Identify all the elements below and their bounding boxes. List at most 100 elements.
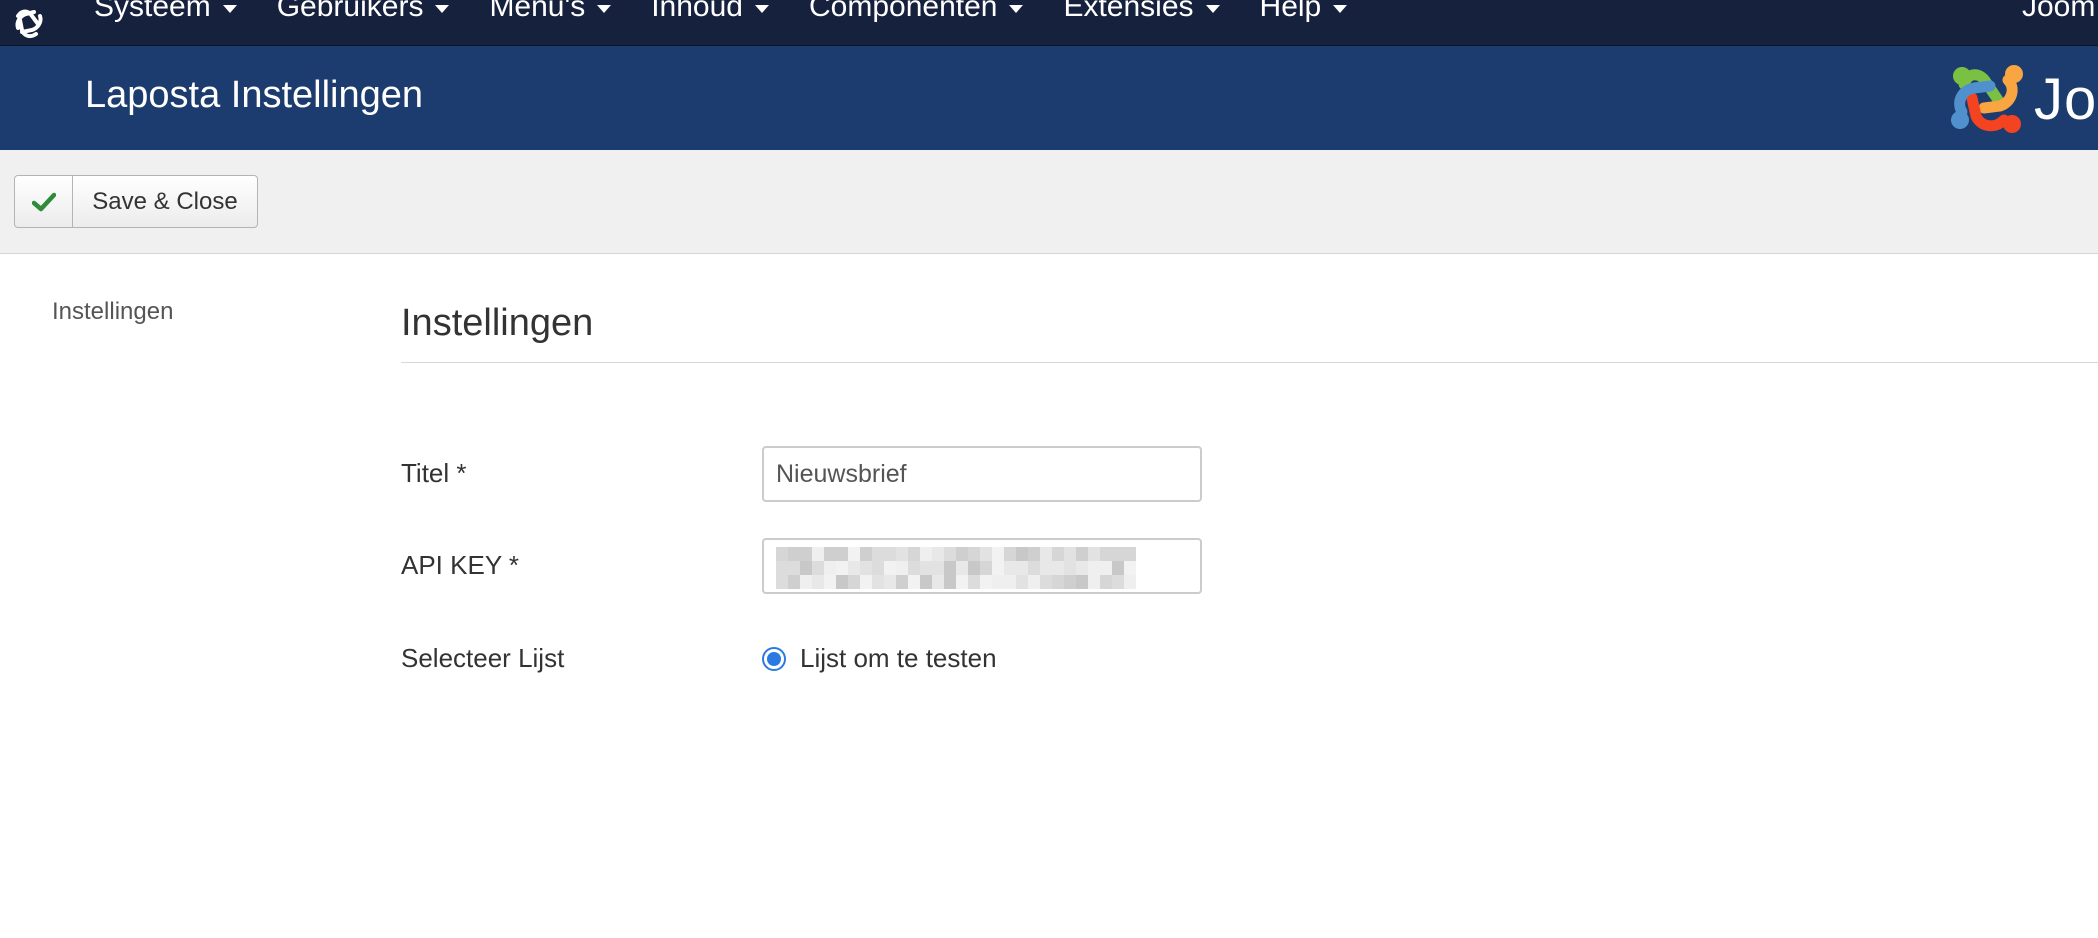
- section-title: Instellingen: [401, 302, 594, 344]
- redaction-pixel: [824, 575, 836, 589]
- brand-text: Jo: [2034, 66, 2098, 132]
- caret-down-icon: [435, 4, 450, 13]
- redaction-pixel: [992, 547, 1004, 561]
- redaction-pixel: [1076, 547, 1088, 561]
- toolbar: Save & Close: [0, 150, 2098, 254]
- redaction-pixel: [860, 575, 872, 589]
- redaction-pixel: [1052, 547, 1064, 561]
- redaction-pixel: [800, 561, 812, 575]
- caret-down-icon: [1009, 4, 1024, 13]
- sidebar-item-instellingen[interactable]: Instellingen: [52, 298, 173, 326]
- menu-extensies[interactable]: Extensies: [1063, 0, 1220, 30]
- redaction-pixel: [920, 547, 932, 561]
- redaction-pixel: [1100, 547, 1112, 561]
- redaction-pixel: [1016, 561, 1028, 575]
- redaction-pixel: [848, 575, 860, 589]
- redaction-pixel: [872, 561, 884, 575]
- redaction-pixel: [956, 575, 968, 589]
- redaction-pixel: [1004, 575, 1016, 589]
- redaction-pixel: [956, 561, 968, 575]
- menu-componenten[interactable]: Componenten: [809, 0, 1024, 30]
- redaction-pixel: [1028, 547, 1040, 561]
- redaction-pixel: [992, 561, 1004, 575]
- main-menu: Systeem Gebruikers Menu's Inhoud Compone…: [94, 0, 1387, 46]
- redaction-pixel: [776, 547, 788, 561]
- redaction-pixel: [872, 547, 884, 561]
- menu-label: Gebruikers: [276, 0, 424, 23]
- redaction-pixel: [1052, 575, 1064, 589]
- page-title: Laposta Instellingen: [85, 74, 424, 116]
- redaction-pixel: [1100, 575, 1112, 589]
- redaction-pixel: [1088, 561, 1100, 575]
- save-close-button[interactable]: Save & Close: [14, 175, 258, 228]
- check-icon: [15, 176, 73, 227]
- list-radio-option[interactable]: Lijst om te testen: [762, 643, 997, 674]
- save-close-label: Save & Close: [92, 187, 238, 215]
- redaction-pixel: [1004, 547, 1016, 561]
- menu-help[interactable]: Help: [1260, 0, 1348, 30]
- menu-menus[interactable]: Menu's: [489, 0, 612, 30]
- redaction-pixel: [824, 561, 836, 575]
- caret-down-icon: [597, 4, 612, 13]
- title-input[interactable]: [762, 446, 1202, 502]
- caret-down-icon: [754, 4, 769, 13]
- menu-label: Inhoud: [651, 0, 743, 23]
- redaction-pixel: [1124, 547, 1136, 561]
- redaction-pixel: [896, 547, 908, 561]
- menu-label: Help: [1259, 0, 1322, 23]
- redaction-pixel: [944, 575, 956, 589]
- redaction-pixel: [1028, 575, 1040, 589]
- redaction-pixel: [1052, 561, 1064, 575]
- redaction-pixel: [968, 547, 980, 561]
- redaction-pixel: [992, 575, 1004, 589]
- redaction-pixel: [812, 575, 824, 589]
- redaction-pixel: [932, 561, 944, 575]
- redaction-pixel: [1076, 561, 1088, 575]
- redaction-pixel: [812, 561, 824, 575]
- redaction-pixel: [848, 547, 860, 561]
- section-divider: [401, 362, 2098, 363]
- menu-label: Menu's: [489, 0, 586, 23]
- redaction-pixel: [980, 575, 992, 589]
- menu-label: Extensies: [1063, 0, 1194, 23]
- menu-inhoud[interactable]: Inhoud: [651, 0, 769, 30]
- redaction-pixel: [884, 561, 896, 575]
- menu-gebruikers[interactable]: Gebruikers: [277, 0, 450, 30]
- caret-down-icon: [222, 4, 237, 13]
- redaction-pixel: [1040, 561, 1052, 575]
- joomla-icon[interactable]: [0, 0, 58, 46]
- redaction-pixel: [896, 561, 908, 575]
- api-key-redacted: [776, 547, 1136, 589]
- redaction-pixel: [1016, 547, 1028, 561]
- redaction-pixel: [968, 575, 980, 589]
- caret-down-icon: [1333, 4, 1348, 13]
- redaction-pixel: [1028, 561, 1040, 575]
- redaction-pixel: [1124, 561, 1136, 575]
- redaction-pixel: [1088, 575, 1100, 589]
- redaction-pixel: [1040, 547, 1052, 561]
- radio-button[interactable]: [762, 646, 786, 671]
- menu-label: Systeem: [94, 0, 211, 23]
- menu-systeem[interactable]: Systeem: [94, 0, 237, 30]
- redaction-pixel: [788, 547, 800, 561]
- redaction-pixel: [836, 547, 848, 561]
- redaction-pixel: [1016, 575, 1028, 589]
- title-label: Titel *: [401, 458, 467, 488]
- redaction-pixel: [944, 561, 956, 575]
- redaction-pixel: [860, 547, 872, 561]
- redaction-pixel: [884, 547, 896, 561]
- radio-label: Lijst om te testen: [800, 643, 997, 673]
- redaction-pixel: [1112, 561, 1124, 575]
- redaction-pixel: [1112, 575, 1124, 589]
- redaction-pixel: [1112, 547, 1124, 561]
- redaction-pixel: [824, 547, 836, 561]
- redaction-pixel: [1076, 575, 1088, 589]
- redaction-pixel: [872, 575, 884, 589]
- site-link[interactable]: Joom: [2022, 0, 2098, 30]
- redaction-pixel: [812, 547, 824, 561]
- redaction-pixel: [1040, 575, 1052, 589]
- top-navbar: Systeem Gebruikers Menu's Inhoud Compone…: [0, 0, 2098, 46]
- redaction-pixel: [848, 561, 860, 575]
- redaction-pixel: [776, 561, 788, 575]
- redaction-pixel: [920, 575, 932, 589]
